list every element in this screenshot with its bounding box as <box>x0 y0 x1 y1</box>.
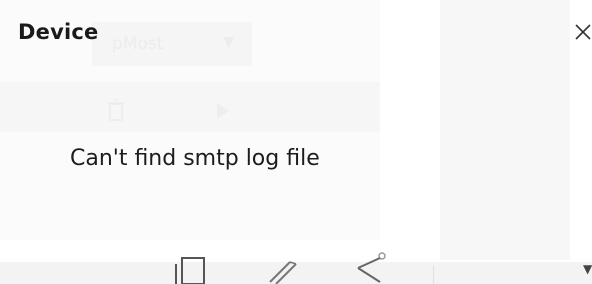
chevron-down-icon: ▼ <box>583 262 592 276</box>
divider <box>433 266 434 284</box>
chevron-down-icon: ▼ <box>223 34 234 50</box>
background-dropdown: pMost ▼ <box>92 22 252 66</box>
copy-icon <box>175 257 205 284</box>
background-panel-right <box>440 0 570 260</box>
background-dropdown-value: pMost <box>112 34 164 54</box>
trash-icon <box>108 99 124 121</box>
screen: pMost ▼ ▼ Device Can't find smtp log fil… <box>0 0 592 284</box>
dialog-title: Device <box>18 20 99 44</box>
background-toolbar-strip <box>0 82 380 132</box>
edit-icon <box>269 261 297 284</box>
play-icon <box>217 103 229 119</box>
share-icon <box>357 252 386 283</box>
close-icon[interactable] <box>574 22 592 42</box>
dialog-message: Can't find smtp log file <box>70 146 320 171</box>
